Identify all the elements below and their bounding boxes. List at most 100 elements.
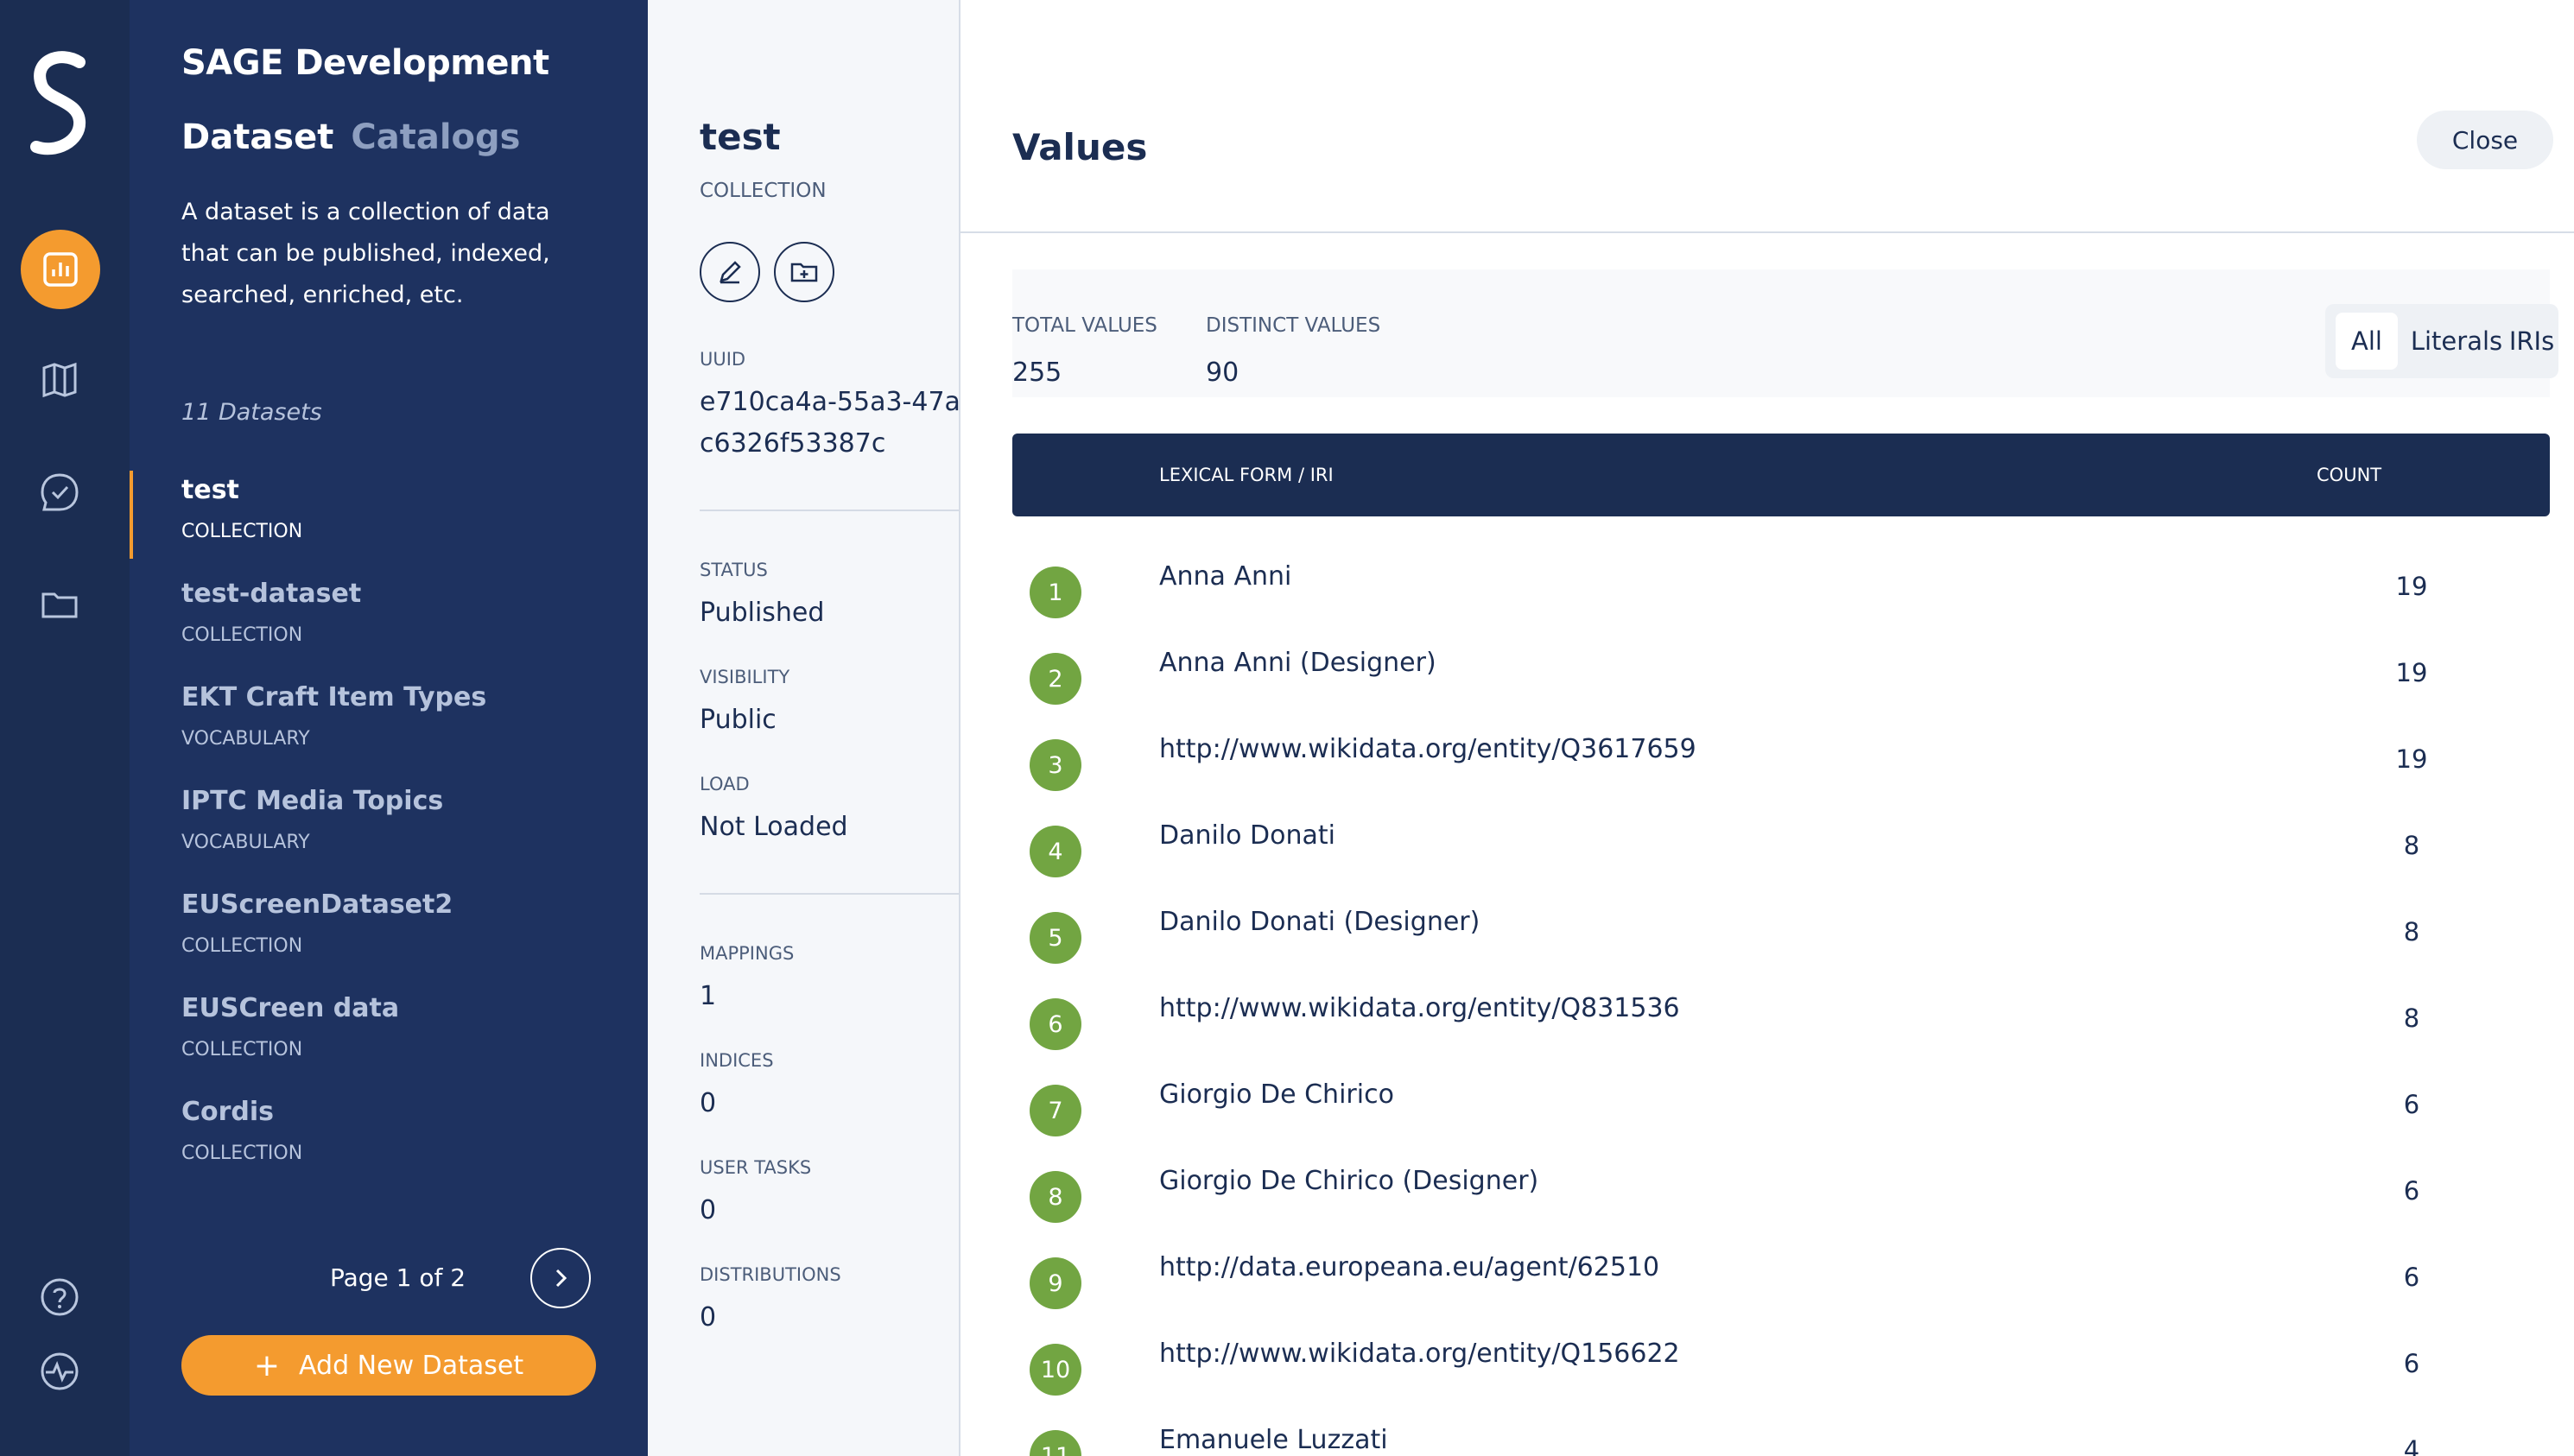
folder-plus-icon (790, 263, 818, 282)
plus-icon: + (253, 1347, 281, 1383)
dataset-sidebar: SAGE Development Dataset Catalogs A datas… (130, 0, 648, 1456)
table-row[interactable]: 2 Anna Anni (Designer) 19 (1012, 636, 2550, 722)
indices-value: 0 (700, 1088, 717, 1118)
logo-icon[interactable] (26, 50, 95, 162)
dataset-name: EUScreenDataset2 (181, 889, 453, 920)
indices-label: INDICES (700, 1050, 774, 1071)
row-number: 11 (1030, 1430, 1081, 1456)
value-count: 19 (2395, 744, 2428, 774)
dataset-item[interactable]: IPTC Media Topics VOCABULARY (181, 786, 443, 853)
row-number: 7 (1030, 1085, 1081, 1136)
lexical-form: http://www.wikidata.org/entity/Q156622 (1159, 1339, 1680, 1369)
table-row[interactable]: 10 http://www.wikidata.org/entity/Q15662… (1012, 1326, 2550, 1413)
tab-catalogs[interactable]: Catalogs (351, 117, 520, 157)
section-description: A dataset is a collection of data that c… (181, 199, 550, 308)
dataset-item[interactable]: EUSCreen data COLLECTION (181, 993, 399, 1060)
value-count: 19 (2395, 572, 2428, 601)
distinct-values-label: DISTINCT VALUES (1206, 314, 1381, 337)
total-values-label: TOTAL VALUES (1012, 314, 1157, 337)
selected-indicator (130, 471, 133, 559)
pencil-icon (720, 261, 741, 284)
table-row[interactable]: 7 Giorgio De Chirico 6 (1012, 1067, 2550, 1154)
add-dataset-button[interactable]: + Add New Dataset (181, 1335, 596, 1396)
activity-icon[interactable] (37, 1349, 82, 1394)
lexical-form: http://www.wikidata.org/entity/Q831536 (1159, 993, 1680, 1023)
dataset-item[interactable]: EKT Craft Item Types VOCABULARY (181, 682, 486, 750)
help-icon[interactable] (37, 1275, 82, 1320)
table-row[interactable]: 5 Danilo Donati (Designer) 8 (1012, 895, 2550, 981)
uuid-label: UUID (700, 349, 746, 370)
dataset-type: COLLECTION (181, 935, 303, 957)
row-number: 8 (1030, 1171, 1081, 1223)
row-number: 9 (1030, 1257, 1081, 1309)
panel-title: Values (1012, 126, 1148, 168)
filter-iris[interactable]: IRIs (2508, 313, 2555, 370)
org-title: SAGE Development (181, 43, 549, 83)
visibility-value: Public (700, 705, 777, 735)
dataset-name: IPTC Media Topics (181, 786, 444, 816)
value-count: 8 (2403, 1003, 2420, 1033)
dataset-item[interactable]: test COLLECTION (181, 475, 302, 542)
value-count: 6 (2403, 1176, 2420, 1206)
dataset-name: test (181, 475, 239, 505)
values-stats: TOTAL VALUES 255 DISTINCT VALUES 90 All … (1012, 269, 2558, 397)
map-icon[interactable] (37, 358, 82, 402)
next-page-button[interactable] (530, 1248, 591, 1308)
divider (960, 231, 2574, 233)
dataset-type: COLLECTION (181, 1143, 303, 1164)
table-row[interactable]: 11 Emanuele Luzzati 4 (1012, 1413, 2550, 1456)
dataset-type: VOCABULARY (181, 832, 310, 853)
dataset-item[interactable]: Cordis COLLECTION (181, 1097, 302, 1164)
row-number: 6 (1030, 998, 1081, 1050)
chart-icon[interactable] (21, 230, 100, 309)
status-value: Published (700, 598, 825, 628)
lexical-form: Anna Anni (1159, 561, 1292, 592)
dataset-type: VOCABULARY (181, 728, 310, 750)
load-label: LOAD (700, 774, 750, 794)
lexical-form: Emanuele Luzzati (1159, 1425, 1388, 1455)
folder-icon[interactable] (37, 582, 82, 627)
values-panel: Values Close TOTAL VALUES 255 DISTINCT V… (959, 0, 2574, 1456)
table-header: LEXICAL FORM / IRI COUNT (1012, 434, 2550, 516)
row-number: 4 (1030, 826, 1081, 877)
value-count: 19 (2395, 658, 2428, 687)
dataset-item[interactable]: EUScreenDataset2 COLLECTION (181, 889, 453, 957)
detail-type: COLLECTION (700, 180, 827, 202)
table-row[interactable]: 9 http://data.europeana.eu/agent/62510 6 (1012, 1240, 2550, 1326)
load-value: Not Loaded (700, 812, 848, 842)
filter-all[interactable]: All (2336, 313, 2398, 370)
lexical-form: Giorgio De Chirico (1159, 1079, 1394, 1110)
divider (700, 893, 959, 895)
filter-literals[interactable]: Literals (2408, 313, 2505, 370)
table-row[interactable]: 8 Giorgio De Chirico (Designer) 6 (1012, 1154, 2550, 1240)
dataset-item[interactable]: test-dataset COLLECTION (181, 579, 361, 646)
column-lexical-form[interactable]: LEXICAL FORM / IRI (1159, 465, 1334, 485)
check-badge-icon[interactable] (37, 470, 82, 515)
dataset-type: COLLECTION (181, 624, 303, 646)
table-row[interactable]: 6 http://www.wikidata.org/entity/Q831536… (1012, 981, 2550, 1067)
value-count: 6 (2403, 1349, 2420, 1378)
value-count: 8 (2403, 831, 2420, 860)
value-type-filter: All Literals IRIs (2325, 304, 2558, 378)
column-count[interactable]: COUNT (2317, 465, 2381, 485)
dataset-name: Cordis (181, 1097, 275, 1127)
distributions-label: DISTRIBUTIONS (700, 1264, 841, 1285)
user-tasks-value: 0 (700, 1195, 717, 1225)
status-label: STATUS (700, 560, 768, 580)
dataset-name: test-dataset (181, 579, 362, 609)
lexical-form: Anna Anni (Designer) (1159, 648, 1436, 678)
dataset-details: test COLLECTION UUID e710ca4a-55a3-47a8 … (648, 0, 959, 1456)
add-to-folder-button[interactable] (774, 242, 834, 302)
table-row[interactable]: 3 http://www.wikidata.org/entity/Q361765… (1012, 722, 2550, 808)
tab-dataset[interactable]: Dataset (181, 117, 333, 157)
row-number: 3 (1030, 739, 1081, 791)
table-row[interactable]: 1 Anna Anni 19 (1012, 549, 2550, 636)
dataset-name: EKT Craft Item Types (181, 682, 487, 712)
detail-title: test (700, 116, 781, 158)
table-row[interactable]: 4 Danilo Donati 8 (1012, 808, 2550, 895)
value-count: 8 (2403, 917, 2420, 946)
divider (700, 510, 959, 511)
close-button[interactable]: Close (2417, 111, 2553, 169)
row-number: 2 (1030, 653, 1081, 705)
edit-button[interactable] (700, 242, 760, 302)
